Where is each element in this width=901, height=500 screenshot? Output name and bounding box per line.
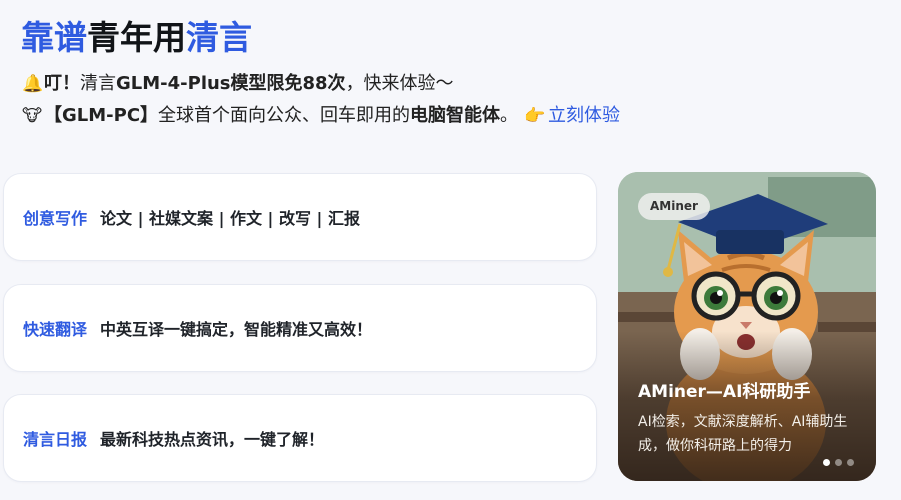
card-title: 创意写作: [23, 209, 88, 228]
card-description: 最新科技热点资讯，一键了解！: [100, 430, 325, 449]
carousel-dots: [823, 459, 854, 466]
page: 靠谱青年用清言 🔔叮！清言GLM-4-Plus模型限免88次，快来体验～ 🐮 【G…: [0, 0, 901, 500]
notice-highlight: GLM-4-Plus模型限免88次: [116, 73, 346, 94]
notice-prefix: 叮！: [44, 73, 80, 94]
page-headline: 靠谱青年用清言: [21, 14, 252, 62]
promo-description: AI检索，文献深度解析、AI辅助生成，做你科研路上的得力: [638, 414, 848, 454]
card-title: 快速翻译: [23, 320, 88, 339]
carousel-dot-3[interactable]: [847, 459, 854, 466]
notice-prefix: 【GLM-PC】: [44, 105, 159, 126]
notice-text: 全球首个面向公众、回车即用的: [158, 105, 411, 126]
card-description: 中英互译一键搞定，智能精准又高效！: [100, 320, 373, 339]
cow-icon: 🐮: [22, 106, 43, 126]
card-description: 论文 | 社媒文案 | 作文 | 改写 | 汇报: [100, 209, 360, 228]
carousel-dot-2[interactable]: [835, 459, 842, 466]
bell-icon: 🔔: [22, 74, 44, 94]
carousel-dot-1[interactable]: [823, 459, 830, 466]
promo-title: AMiner—AI科研助手: [638, 382, 811, 402]
notice-text: 清言: [80, 73, 116, 94]
feature-card-daily-news[interactable]: 清言日报 最新科技热点资讯，一键了解！: [3, 394, 597, 482]
aminer-badge: AMiner: [638, 193, 710, 220]
notice-text-tail: 。: [500, 105, 519, 126]
feature-card-quick-translate[interactable]: 快速翻译 中英互译一键搞定，智能精准又高效！: [3, 284, 597, 372]
try-now-link[interactable]: 立刻体验: [548, 105, 620, 126]
promo-card-aminer[interactable]: AMiner AMiner—AI科研助手 AI检索，文献深度解析、AI辅助生成，…: [618, 172, 876, 481]
notice-highlight: 电脑智能体: [410, 105, 501, 126]
notice-glm4-plus: 🔔叮！清言GLM-4-Plus模型限免88次，快来体验～: [22, 70, 454, 98]
notice-glm-pc: 🐮 【GLM-PC】全球首个面向公众、回车即用的电脑智能体。 👉 立刻体验: [22, 102, 620, 130]
pointing-hand-icon: 👉: [524, 106, 546, 126]
card-title: 清言日报: [23, 430, 88, 449]
feature-card-creative-writing[interactable]: 创意写作 论文 | 社媒文案 | 作文 | 改写 | 汇报: [3, 173, 597, 261]
notice-text-tail: ，快来体验～: [345, 73, 454, 94]
headline-part-2: 青年用: [87, 18, 186, 57]
headline-part-1: 靠谱: [21, 18, 87, 57]
headline-part-3: 清言: [186, 18, 252, 57]
